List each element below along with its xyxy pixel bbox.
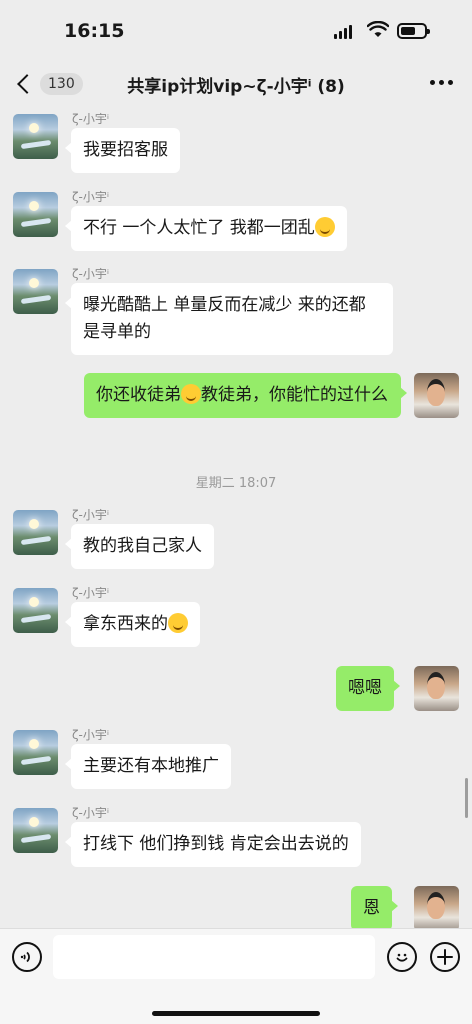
voice-wave-icon (20, 951, 30, 963)
unread-count-badge: 130 (40, 73, 83, 95)
message-text: 不行 一个人太忙了 我都一团乱 (83, 218, 315, 238)
chat-timestamp: 星期二 18:07 (195, 476, 277, 491)
message-bubble[interactable]: 我要招客服 (65, 128, 180, 173)
avatar[interactable] (13, 114, 58, 159)
cellular-signal-icon (334, 25, 352, 39)
back-button[interactable]: 130 (14, 70, 84, 98)
message-input[interactable] (53, 935, 375, 979)
home-indicator[interactable] (152, 1011, 320, 1016)
input-bar (0, 928, 472, 1024)
wifi-icon (367, 21, 389, 37)
avatar[interactable] (13, 588, 58, 633)
avatar[interactable] (13, 269, 58, 314)
avatar[interactable] (13, 808, 58, 853)
sender-name: ζ-小宇ⁱ (72, 728, 110, 742)
sender-name: ζ-小宇ⁱ (72, 112, 110, 126)
message-bubble[interactable]: 嗯嗯 (336, 666, 400, 711)
avatar[interactable] (13, 730, 58, 775)
dizzy-face-emoji-icon (181, 384, 201, 404)
voice-icon[interactable] (12, 942, 42, 972)
message-bubble[interactable]: 教的我自己家人 (65, 524, 214, 569)
avatar[interactable] (13, 510, 58, 555)
avatar[interactable] (414, 373, 459, 418)
chat-title: 共享ip计划vip~ζ-小宇ⁱ (8) (127, 77, 345, 97)
message-bubble[interactable]: 曝光酷酷上 单量反而在减少 来的还都是寻单的 (65, 283, 393, 355)
avatar[interactable] (13, 192, 58, 237)
battery-icon (397, 23, 430, 39)
sender-name: ζ-小宇ⁱ (72, 267, 110, 281)
chevron-left-icon (17, 74, 37, 94)
sender-name: ζ-小宇ⁱ (72, 806, 110, 820)
message-text: 拿东西来的 (83, 614, 168, 634)
message-bubble[interactable]: 主要还有本地推广 (65, 744, 231, 789)
smile-face-icon (396, 953, 408, 962)
plus-icon[interactable] (430, 942, 460, 972)
emoji-icon[interactable] (387, 942, 417, 972)
message-bubble[interactable]: 打线下 他们挣到钱 肯定会出去说的 (65, 822, 361, 867)
message-bubble[interactable]: 恩 (351, 886, 398, 928)
status-time: 16:15 (64, 20, 125, 42)
message-bubble[interactable]: 拿东西来的 (65, 602, 200, 647)
sender-name: ζ-小宇ⁱ (72, 508, 110, 522)
avatar[interactable] (414, 886, 459, 928)
chat-scrollbar[interactable] (465, 778, 468, 818)
plus-sign-icon (437, 949, 453, 965)
more-options-icon[interactable] (430, 80, 453, 85)
crying-laughing-emoji-icon (168, 613, 188, 633)
sender-name: ζ-小宇ⁱ (72, 190, 110, 204)
chat-header: 130 共享ip计划vip~ζ-小宇ⁱ (8) (0, 62, 472, 106)
message-bubble[interactable]: 不行 一个人太忙了 我都一团乱 (65, 206, 347, 251)
message-list[interactable]: ζ-小宇ⁱ 我要招客服 ζ-小宇ⁱ 不行 一个人太忙了 我都一团乱 ζ-小宇ⁱ … (0, 106, 472, 928)
message-text: 教徒弟，你能忙的过什么 (201, 385, 388, 405)
sender-name: ζ-小宇ⁱ (72, 586, 110, 600)
message-bubble[interactable]: 你还收徒弟 教徒弟，你能忙的过什么 (84, 373, 407, 418)
message-text: 你还收徒弟 (96, 385, 181, 405)
crying-laughing-emoji-icon (314, 217, 335, 237)
avatar[interactable] (414, 666, 459, 711)
status-bar: 16:15 (0, 0, 472, 62)
